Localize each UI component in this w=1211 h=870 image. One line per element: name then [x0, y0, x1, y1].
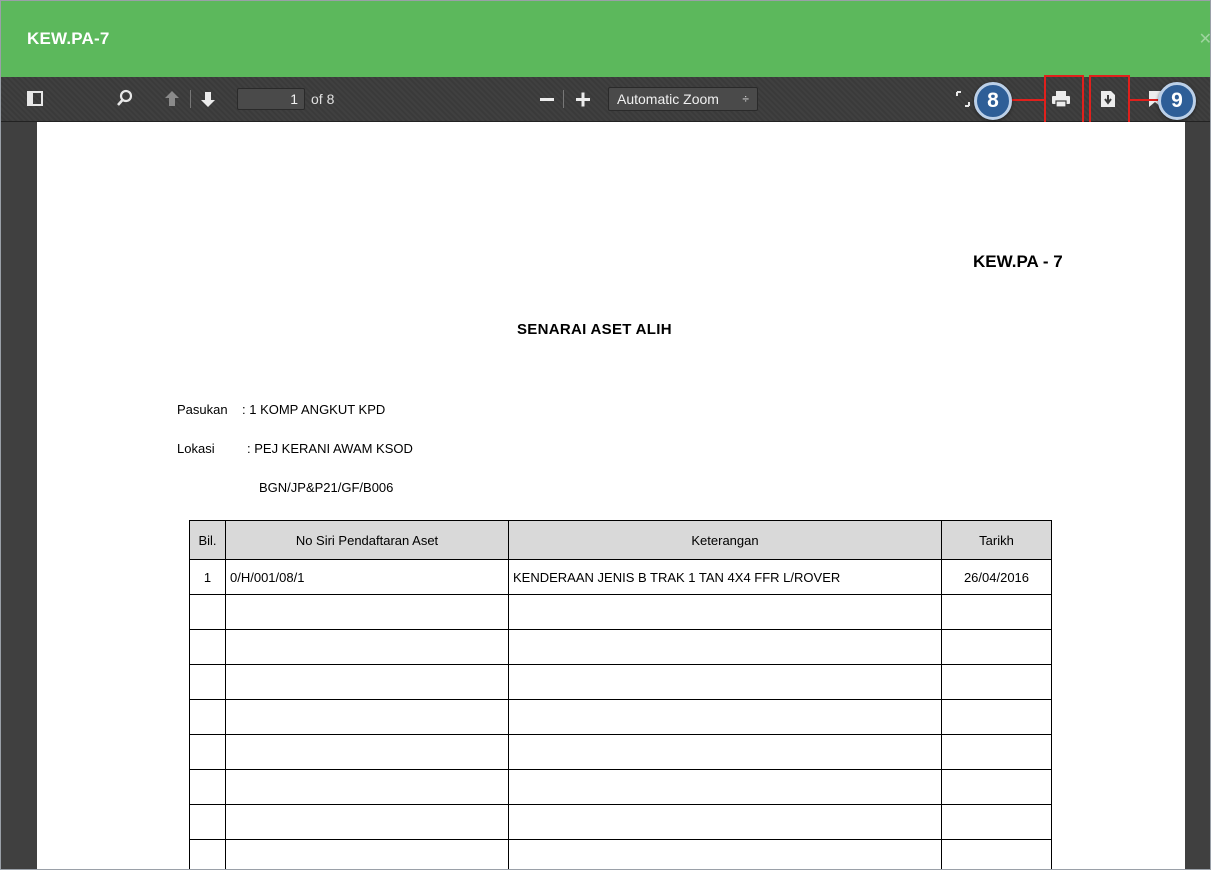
- table-cell: [189, 699, 226, 735]
- table-row: [189, 699, 1052, 735]
- pasukan-label: Pasukan: [177, 402, 228, 417]
- callout-badge-download: 9: [1158, 82, 1196, 120]
- lokasi-label: Lokasi: [177, 441, 215, 456]
- table-cell: [508, 629, 942, 665]
- column-header: No Siri Pendaftaran Aset: [225, 520, 509, 560]
- table-cell: [941, 804, 1052, 840]
- column-header: Tarikh: [941, 520, 1052, 560]
- column-header: Bil.: [189, 520, 226, 560]
- page-number-input[interactable]: 1: [237, 88, 305, 110]
- pasukan-value: : 1 KOMP ANGKUT KPD: [242, 402, 386, 417]
- table-cell: [225, 734, 509, 770]
- table-cell: [189, 629, 226, 665]
- table-cell: [508, 769, 942, 805]
- table-cell: [508, 594, 942, 630]
- annotation-connector: [1011, 99, 1045, 101]
- table-cell: [941, 594, 1052, 630]
- zoom-out-icon[interactable]: [539, 77, 555, 121]
- table-cell: [225, 629, 509, 665]
- table-cell: [225, 699, 509, 735]
- column-header: Keterangan: [508, 520, 942, 560]
- print-highlight-box: [1044, 75, 1084, 125]
- toolbar-separator: [190, 90, 191, 108]
- callout-badge-print: 8: [974, 82, 1012, 120]
- table-row: [189, 734, 1052, 770]
- table-cell: [941, 769, 1052, 805]
- previous-page-icon[interactable]: [164, 77, 180, 121]
- table-cell: [941, 664, 1052, 700]
- next-page-icon[interactable]: [200, 77, 216, 121]
- table-cell: [189, 804, 226, 840]
- pdf-dialog: KEW.PA-7 ✕ 1 of 8 Automatic Zoom ÷ 8 9 K…: [0, 0, 1211, 870]
- fullscreen-icon[interactable]: [956, 77, 970, 121]
- table-row: [189, 804, 1052, 840]
- table-cell: [508, 804, 942, 840]
- zoom-in-icon[interactable]: [575, 77, 591, 121]
- table-cell: [508, 664, 942, 700]
- form-code: KEW.PA - 7: [973, 252, 1063, 271]
- table-cell: [189, 769, 226, 805]
- table-cell: [189, 664, 226, 700]
- table-cell: [189, 594, 226, 630]
- dialog-header: KEW.PA-7 ✕: [1, 1, 1210, 77]
- zoom-select-value: Automatic Zoom: [617, 91, 719, 107]
- download-highlight-box: [1089, 75, 1130, 125]
- table-cell: [941, 839, 1052, 869]
- search-icon[interactable]: [116, 77, 134, 121]
- table-cell: [225, 664, 509, 700]
- table-cell: 0/H/001/08/1: [225, 559, 509, 595]
- table-cell: 1: [189, 559, 226, 595]
- table-cell: [189, 734, 226, 770]
- dialog-title: KEW.PA-7: [27, 29, 110, 48]
- table-cell: [941, 629, 1052, 665]
- lokasi-value: : PEJ KERANI AWAM KSOD: [247, 441, 413, 456]
- page-count-label: of 8: [311, 91, 335, 107]
- table-cell: [225, 594, 509, 630]
- sidebar-toggle-icon[interactable]: [26, 77, 44, 121]
- table-row: [189, 664, 1052, 700]
- table-header-row: Bil. No Siri Pendaftaran Aset Keterangan…: [189, 520, 1052, 560]
- table-row: [189, 769, 1052, 805]
- table-cell: KENDERAAN JENIS B TRAK 1 TAN 4X4 FFR L/R…: [508, 559, 942, 595]
- zoom-select[interactable]: Automatic Zoom ÷: [608, 87, 758, 111]
- table-cell: [508, 699, 942, 735]
- annotation-connector: [1129, 99, 1161, 101]
- table-row: 1 0/H/001/08/1 KENDERAAN JENIS B TRAK 1 …: [189, 559, 1052, 595]
- table-cell: [508, 734, 942, 770]
- table-cell: [225, 769, 509, 805]
- lokasi-value-line2: BGN/JP&P21/GF/B006: [259, 480, 394, 495]
- table-cell: [189, 839, 226, 869]
- asset-table: Bil. No Siri Pendaftaran Aset Keterangan…: [189, 520, 1052, 869]
- table-cell: [941, 699, 1052, 735]
- table-row: [189, 839, 1052, 869]
- table-cell: 26/04/2016: [941, 559, 1052, 595]
- table-cell: [225, 839, 509, 869]
- table-row: [189, 629, 1052, 665]
- toolbar-separator: [563, 90, 564, 108]
- table-cell: [225, 804, 509, 840]
- table-cell: [941, 734, 1052, 770]
- close-icon[interactable]: ✕: [1199, 29, 1210, 49]
- chevron-updown-icon: ÷: [742, 92, 749, 106]
- document-title: SENARAI ASET ALIH: [517, 321, 672, 338]
- table-cell: [508, 839, 942, 869]
- table-row: [189, 594, 1052, 630]
